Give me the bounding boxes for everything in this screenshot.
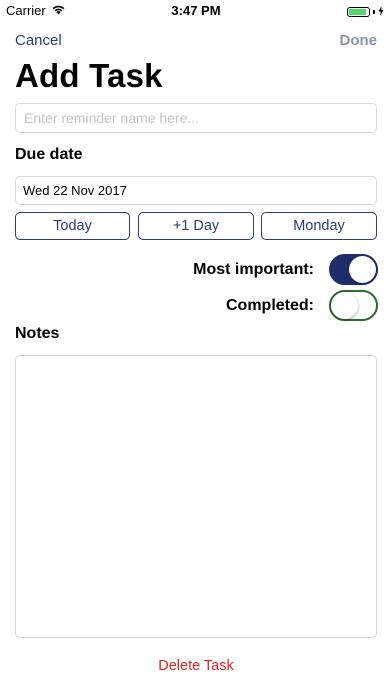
toggle-knob: [349, 256, 376, 283]
status-right: [347, 4, 384, 19]
monday-button[interactable]: Monday: [261, 212, 377, 240]
battery-cap: [373, 9, 375, 14]
today-button[interactable]: Today: [15, 212, 130, 240]
completed-label: Completed:: [226, 297, 314, 314]
reminder-name-input[interactable]: [15, 103, 377, 133]
due-date-label: Due date: [15, 146, 83, 163]
page-title: Add Task: [15, 57, 163, 94]
status-bar: Carrier 3:47 PM: [0, 0, 392, 22]
completed-toggle[interactable]: [329, 290, 378, 321]
plus-one-day-button[interactable]: +1 Day: [138, 212, 254, 240]
bolt-icon: [378, 4, 384, 19]
status-time: 3:47 PM: [171, 3, 221, 18]
notes-textarea[interactable]: [15, 355, 377, 638]
notes-label: Notes: [15, 325, 60, 342]
done-button[interactable]: Done: [340, 32, 378, 49]
toggle-knob: [331, 292, 358, 319]
most-important-toggle[interactable]: [329, 254, 378, 285]
due-date-field[interactable]: Wed 22 Nov 2017: [15, 176, 377, 205]
battery-icon: [347, 6, 370, 17]
delete-task-button[interactable]: Delete Task: [0, 658, 392, 674]
most-important-label: Most important:: [193, 261, 314, 278]
cancel-button[interactable]: Cancel: [15, 32, 62, 49]
